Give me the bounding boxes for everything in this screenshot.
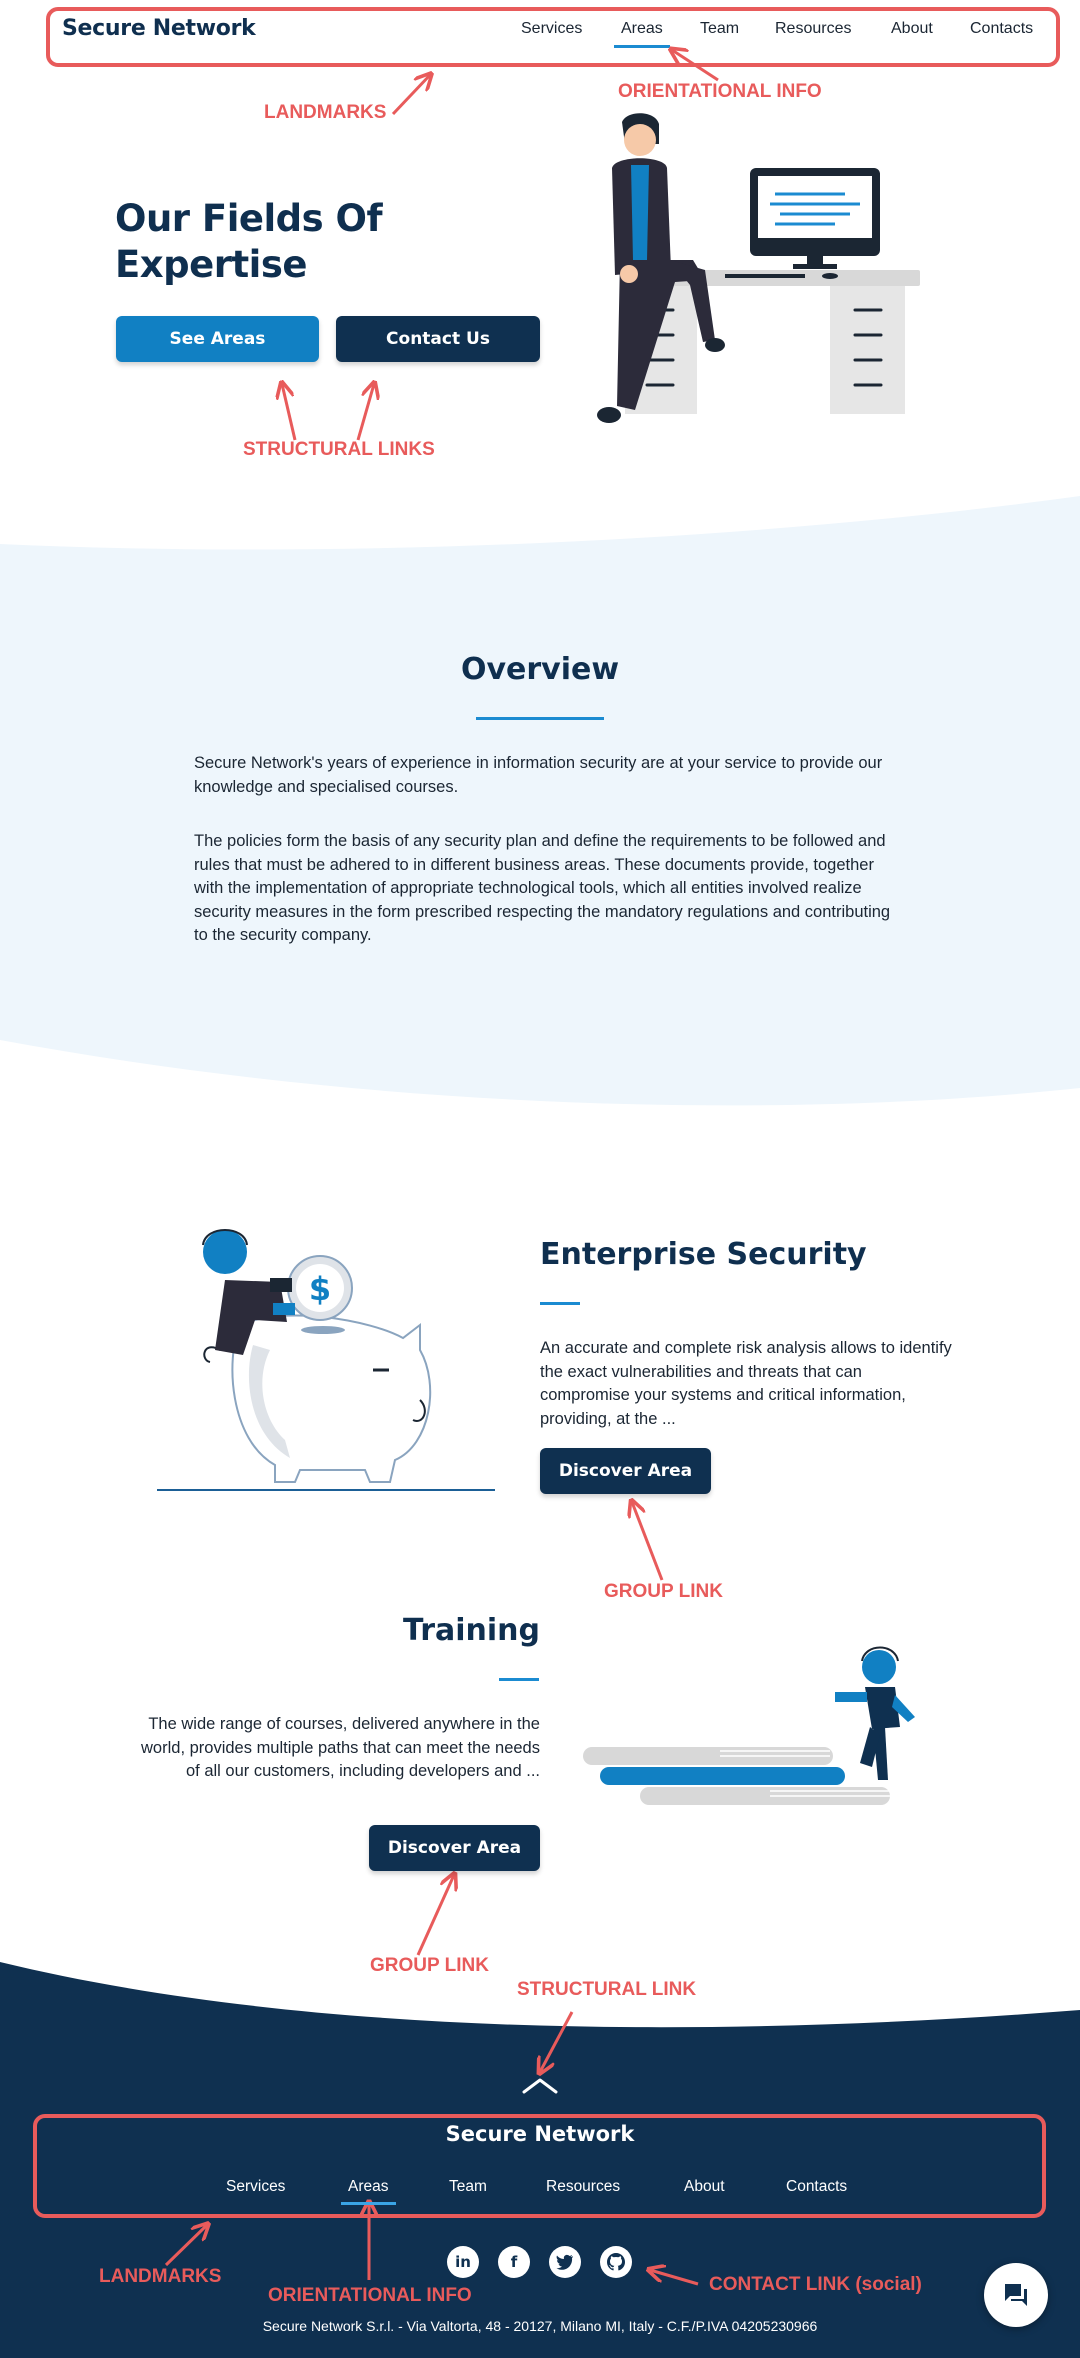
piggy-bank-illustration: $ — [157, 1229, 495, 1491]
contact-us-button[interactable]: Contact Us — [336, 316, 540, 362]
training-underline — [499, 1678, 539, 1681]
hero-illustration — [597, 113, 920, 423]
annotation-box-footer — [33, 2114, 1046, 2218]
linkedin-icon[interactable]: in — [447, 2246, 479, 2278]
annotation-group-link-2: GROUP LINK — [370, 1955, 489, 1976]
hero-title: Our Fields Of Expertise — [115, 197, 383, 286]
annotation-box-header — [46, 7, 1060, 67]
enterprise-security-discover-button[interactable]: Discover Area — [540, 1448, 711, 1494]
annotation-orientational-top: ORIENTATIONAL INFO — [618, 81, 822, 102]
chat-icon — [1005, 2284, 1027, 2306]
footer-legal-text: Secure Network S.r.l. - Via Valtorta, 48… — [262, 2318, 818, 2334]
back-to-top-button[interactable] — [520, 2074, 560, 2096]
training-illustration — [583, 1646, 915, 1805]
training-description: The wide range of courses, delivered any… — [141, 1715, 540, 1780]
overview-title: Overview — [460, 652, 620, 687]
twitter-icon[interactable] — [549, 2246, 581, 2278]
enterprise-security-description: An accurate and complete risk analysis a… — [540, 1339, 952, 1428]
overview-paragraph-1: Secure Network's years of experience in … — [194, 754, 883, 796]
enterprise-security-underline — [540, 1302, 580, 1305]
annotation-orientational-bottom: ORIENTATIONAL INFO — [268, 2285, 472, 2306]
facebook-icon[interactable]: f — [498, 2246, 530, 2278]
enterprise-security-title: Enterprise Security — [540, 1237, 867, 1272]
chevron-up-icon — [522, 2078, 558, 2094]
svg-text:$: $ — [309, 1270, 331, 1308]
annotation-structural-links: STRUCTURAL LINKS — [243, 439, 435, 460]
see-areas-button[interactable]: See Areas — [116, 316, 319, 362]
chat-button[interactable] — [984, 2263, 1048, 2327]
annotation-structural-link: STRUCTURAL LINK — [517, 1979, 697, 2000]
github-icon[interactable] — [600, 2246, 632, 2278]
annotation-contact-link: CONTACT LINK (social) — [709, 2274, 922, 2295]
annotation-group-link-1: GROUP LINK — [604, 1581, 723, 1602]
training-title: Training — [403, 1613, 540, 1648]
annotation-landmarks-top: LANDMARKS — [264, 102, 387, 123]
annotation-landmarks-bottom: LANDMARKS — [99, 2266, 222, 2287]
training-discover-button[interactable]: Discover Area — [369, 1825, 540, 1871]
overview-title-underline — [476, 717, 604, 720]
overview-paragraph-2: The policies form the basis of any secur… — [194, 832, 891, 944]
